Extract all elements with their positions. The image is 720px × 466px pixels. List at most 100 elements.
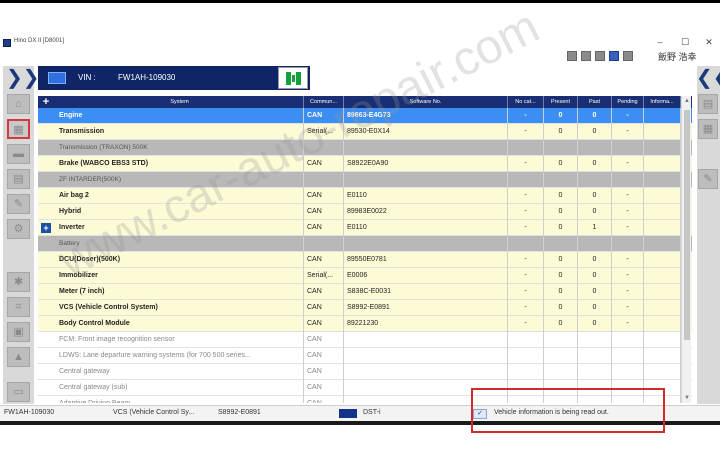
- column-header-past[interactable]: Past: [578, 96, 612, 108]
- cell-past: [578, 236, 612, 252]
- home-icon[interactable]: ⌂: [7, 94, 30, 114]
- minimize-button[interactable]: –: [651, 37, 669, 47]
- cell-system: DCU(Doser)(500K): [56, 252, 304, 268]
- cell-comm: Serial(...: [304, 124, 344, 140]
- scroll-up-icon[interactable]: ▲: [682, 96, 692, 106]
- cell-info: [644, 220, 681, 236]
- vehicle-header: VIN : FW1AH-109030: [38, 66, 310, 90]
- status-device: DST-i: [363, 409, 381, 416]
- tool-icon[interactable]: ⌗: [7, 297, 30, 317]
- cell-system: Brake (WABCO EBS3 STD): [56, 156, 304, 172]
- vertical-scrollbar[interactable]: ▲ ▼: [681, 96, 691, 403]
- cell-system: Meter (7 inch): [56, 284, 304, 300]
- cell-nocat: -: [508, 316, 544, 332]
- column-header-present[interactable]: Present: [544, 96, 578, 108]
- vehicle-select-icon[interactable]: ▦: [7, 119, 30, 139]
- table-row[interactable]: Meter (7 inch) CAN S838C-E0031-0 0-: [38, 284, 692, 300]
- table-group-row[interactable]: ZF INTARDER(500K): [38, 172, 692, 188]
- cell-comm: CAN: [304, 108, 344, 124]
- cell-nocat: [508, 364, 544, 380]
- table-row[interactable]: Hybrid CAN 89983E0022-0 0-: [38, 204, 692, 220]
- cell-info: [644, 188, 681, 204]
- table-row[interactable]: FCM: Front image recognition sensor CAN: [38, 332, 692, 348]
- ecu-icon[interactable]: ▤: [698, 94, 718, 114]
- cell-info: [644, 348, 681, 364]
- truck-icon[interactable]: ▬: [7, 144, 30, 164]
- cell-present: 0: [544, 188, 578, 204]
- connection-button[interactable]: [278, 67, 308, 89]
- window-title: Hino DX II [D8001]: [14, 38, 65, 44]
- ecu-icon[interactable]: ▦: [698, 119, 718, 139]
- cell-pending: -: [612, 124, 644, 140]
- maximize-button[interactable]: ☐: [676, 37, 694, 48]
- cell-present: 0: [544, 220, 578, 236]
- cell-nocat: -: [508, 284, 544, 300]
- expand-icon[interactable]: +: [41, 223, 51, 233]
- up-icon[interactable]: ▲: [7, 347, 30, 367]
- table-row[interactable]: LDWS: Lane departure warning systems (fo…: [38, 348, 692, 364]
- cell-pending: [612, 348, 644, 364]
- settings-icon[interactable]: [595, 51, 605, 61]
- column-header-nocat[interactable]: No cat...: [508, 96, 544, 108]
- table-row[interactable]: Brake (WABCO EBS3 STD) CAN S8922E0A90-0 0-: [38, 156, 692, 172]
- cell-comm: CAN: [304, 348, 344, 364]
- right-sidebar: ❮❮ ▤ ▦ ✎: [696, 66, 720, 404]
- cell-info: [644, 364, 681, 380]
- table-row[interactable]: DCU(Doser)(500K) CAN 89550E0781-0 0-: [38, 252, 692, 268]
- table-group-row[interactable]: Battery: [38, 236, 692, 252]
- cell-software: S8992-E0891: [344, 300, 508, 316]
- dtc-icon[interactable]: ✎: [698, 169, 718, 189]
- scroll-down-icon[interactable]: ▼: [682, 393, 692, 403]
- add-icon[interactable]: +: [40, 97, 52, 108]
- table-row[interactable]: + Inverter CAN E0110-0 1-: [38, 220, 692, 236]
- cell-software: 89983E0022: [344, 204, 508, 220]
- column-header-information[interactable]: Informa...: [644, 96, 681, 108]
- column-header-system[interactable]: System: [56, 96, 304, 108]
- collapse-right-icon[interactable]: ❮❮: [696, 68, 720, 90]
- table-group-row[interactable]: Transmission (TRAXON) 500K: [38, 140, 692, 156]
- collapse-left-icon[interactable]: ❯❯: [6, 68, 40, 90]
- table-row[interactable]: Central gateway CAN: [38, 364, 692, 380]
- column-header-software[interactable]: Software No.: [344, 96, 508, 108]
- cell-past: [578, 364, 612, 380]
- cell-past: 0: [578, 316, 612, 332]
- close-button[interactable]: ✕: [700, 37, 718, 48]
- ecu-icon[interactable]: ▤: [7, 169, 30, 189]
- system-table: + System Commun... Software No. No cat..…: [38, 96, 692, 403]
- help-icon[interactable]: [609, 51, 619, 61]
- table-row[interactable]: Engine CAN 89663-E4G73-0 0-: [38, 108, 692, 124]
- table-row[interactable]: Air bag 2 CAN E0110-0 0-: [38, 188, 692, 204]
- table-row[interactable]: Body Control Module CAN 89221230-0 0-: [38, 316, 692, 332]
- user-name: 飯野 浩幸: [658, 52, 697, 62]
- cell-nocat: [508, 236, 544, 252]
- wrench-icon[interactable]: ✎: [7, 194, 30, 214]
- cell-system: Transmission: [56, 124, 304, 140]
- cell-present: [544, 364, 578, 380]
- column-header-pending[interactable]: Pending: [612, 96, 644, 108]
- top-border: [0, 0, 720, 3]
- star-icon[interactable]: ✱: [7, 272, 30, 292]
- cell-present: [544, 172, 578, 188]
- cell-past: [578, 332, 612, 348]
- cell-comm: CAN: [304, 364, 344, 380]
- column-header-communication[interactable]: Commun...: [304, 96, 344, 108]
- print-icon[interactable]: [581, 51, 591, 61]
- table-row[interactable]: Immobilizer Serial(... E0006-0 0-: [38, 268, 692, 284]
- vin-value: FW1AH-109030: [118, 73, 176, 82]
- cell-comm: CAN: [304, 332, 344, 348]
- table-row[interactable]: Transmission Serial(... 89530-E0X14-0 0-: [38, 124, 692, 140]
- save-icon[interactable]: [567, 51, 577, 61]
- gear-icon[interactable]: ⚙: [7, 219, 30, 239]
- cell-nocat: -: [508, 252, 544, 268]
- cell-system: LDWS: Lane departure warning systems (fo…: [56, 348, 304, 364]
- cell-past: 0: [578, 108, 612, 124]
- lock-icon[interactable]: ▣: [7, 322, 30, 342]
- cell-nocat: -: [508, 124, 544, 140]
- cell-nocat: [508, 332, 544, 348]
- table-row[interactable]: VCS (Vehicle Control System) CAN S8992-E08…: [38, 300, 692, 316]
- scroll-thumb[interactable]: [684, 110, 690, 340]
- print-rail-icon[interactable]: ▭: [7, 382, 30, 402]
- user-icon[interactable]: [623, 51, 633, 61]
- cell-comm: CAN: [304, 284, 344, 300]
- cell-past: [578, 172, 612, 188]
